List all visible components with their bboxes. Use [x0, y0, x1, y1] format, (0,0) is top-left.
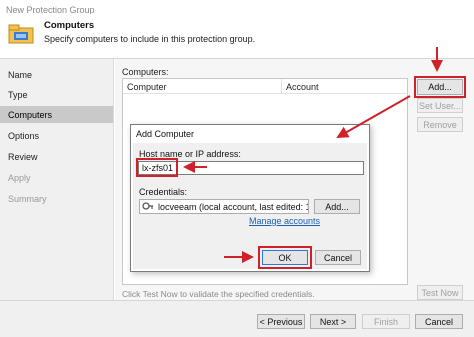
annotation-arrows — [183, 47, 443, 263]
arrow-to-host — [336, 95, 411, 138]
